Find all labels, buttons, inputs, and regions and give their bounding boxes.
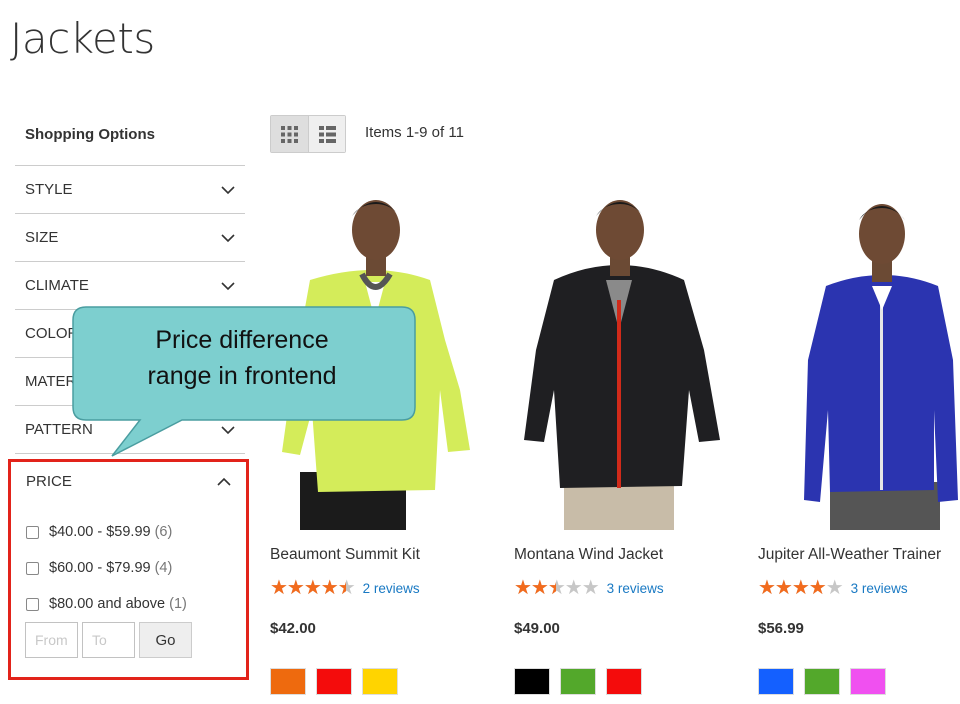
callout-line: Price difference xyxy=(155,326,329,354)
price-count: (6) xyxy=(154,524,173,540)
price-from-input[interactable]: From xyxy=(25,622,78,658)
price-checkbox[interactable] xyxy=(26,525,39,539)
filter-climate[interactable]: CLIMATE xyxy=(15,262,245,310)
price-options: $40.00 - $59.99 (6) $60.00 - $79.99 (4) … xyxy=(26,514,187,622)
filter-label: SIZE xyxy=(25,229,59,246)
color-swatches xyxy=(270,668,408,695)
reviews-link[interactable]: 3 reviews xyxy=(607,581,664,596)
product-rating: ★★★★★ ★★★★★ 2 reviews xyxy=(270,578,420,598)
filter-price[interactable]: PRICE xyxy=(26,473,231,490)
color-swatch[interactable] xyxy=(362,668,398,695)
reviews-link[interactable]: 2 reviews xyxy=(363,581,420,596)
price-range-inputs: From To Go xyxy=(25,622,192,658)
shopping-options-heading: Shopping Options xyxy=(15,112,245,166)
price-range: $40.00 - $59.99 xyxy=(49,524,151,540)
color-swatch[interactable] xyxy=(560,668,596,695)
product-price: $56.99 xyxy=(758,620,804,637)
grid-icon xyxy=(281,125,298,143)
color-swatch[interactable] xyxy=(514,668,550,695)
rating-stars: ★★★★★ ★★★★★ xyxy=(758,577,844,599)
price-count: (1) xyxy=(169,596,187,612)
rating-fill: ★★★★★ xyxy=(270,578,346,598)
filter-style[interactable]: STYLE xyxy=(15,166,245,214)
color-swatch[interactable] xyxy=(606,668,642,695)
filter-label: PRICE xyxy=(26,473,72,490)
product-card[interactable]: Montana Wind Jacket ★★★★★ ★★★★★ 3 review… xyxy=(514,190,734,695)
list-view-button[interactable] xyxy=(308,116,345,152)
price-option[interactable]: $40.00 - $59.99 (6) xyxy=(26,514,187,550)
color-swatch[interactable] xyxy=(804,668,840,695)
product-name[interactable]: Montana Wind Jacket xyxy=(514,546,663,564)
product-rating: ★★★★★ ★★★★★ 3 reviews xyxy=(758,578,908,598)
price-option[interactable]: $80.00 and above (1) xyxy=(26,586,187,622)
product-rating: ★★★★★ ★★★★★ 3 reviews xyxy=(514,578,664,598)
rating-fill: ★★★★★ xyxy=(514,578,556,598)
color-swatch[interactable] xyxy=(850,668,886,695)
callout-text: Price difference range in frontend xyxy=(72,322,412,394)
filter-label: COLOR xyxy=(25,325,79,342)
callout-line: range in frontend xyxy=(147,362,337,390)
rating-stars: ★★★★★ ★★★★★ xyxy=(514,577,600,599)
reviews-link[interactable]: 3 reviews xyxy=(851,581,908,596)
chevron-down-icon xyxy=(221,233,235,242)
color-swatch[interactable] xyxy=(270,668,306,695)
color-swatches xyxy=(758,668,896,695)
price-to-input[interactable]: To xyxy=(82,622,135,658)
product-price: $42.00 xyxy=(270,620,316,637)
filter-label: STYLE xyxy=(25,181,73,198)
price-checkbox[interactable] xyxy=(26,597,39,611)
page-title: Jackets xyxy=(10,14,155,63)
go-button[interactable]: Go xyxy=(139,622,192,658)
price-range: $60.00 - $79.99 xyxy=(49,560,151,576)
price-range: $80.00 and above xyxy=(49,596,166,612)
color-swatch[interactable] xyxy=(316,668,352,695)
grid-view-button[interactable] xyxy=(271,116,308,152)
color-swatches xyxy=(514,668,652,695)
price-option[interactable]: $60.00 - $79.99 (4) xyxy=(26,550,187,586)
product-image[interactable] xyxy=(514,190,724,530)
chevron-down-icon xyxy=(221,281,235,290)
color-swatch[interactable] xyxy=(758,668,794,695)
items-count: Items 1-9 of 11 xyxy=(365,124,464,141)
product-name[interactable]: Beaumont Summit Kit xyxy=(270,546,420,564)
view-mode-toggle xyxy=(270,115,346,153)
list-icon xyxy=(318,125,336,143)
price-count: (4) xyxy=(154,560,173,576)
rating-stars: ★★★★★ ★★★★★ xyxy=(270,577,356,599)
filter-label: CLIMATE xyxy=(25,277,89,294)
price-filter-highlight: PRICE $40.00 - $59.99 (6) $60.00 - $79.9… xyxy=(8,459,249,680)
rating-fill: ★★★★★ xyxy=(758,578,826,598)
product-price: $49.00 xyxy=(514,620,560,637)
price-checkbox[interactable] xyxy=(26,561,39,575)
chevron-up-icon xyxy=(217,477,231,486)
product-card[interactable]: Jupiter All-Weather Trainer ★★★★★ ★★★★★ … xyxy=(758,190,960,695)
chevron-down-icon xyxy=(221,185,235,194)
product-image[interactable] xyxy=(758,190,960,530)
filter-size[interactable]: SIZE xyxy=(15,214,245,262)
product-name[interactable]: Jupiter All-Weather Trainer xyxy=(758,546,941,564)
